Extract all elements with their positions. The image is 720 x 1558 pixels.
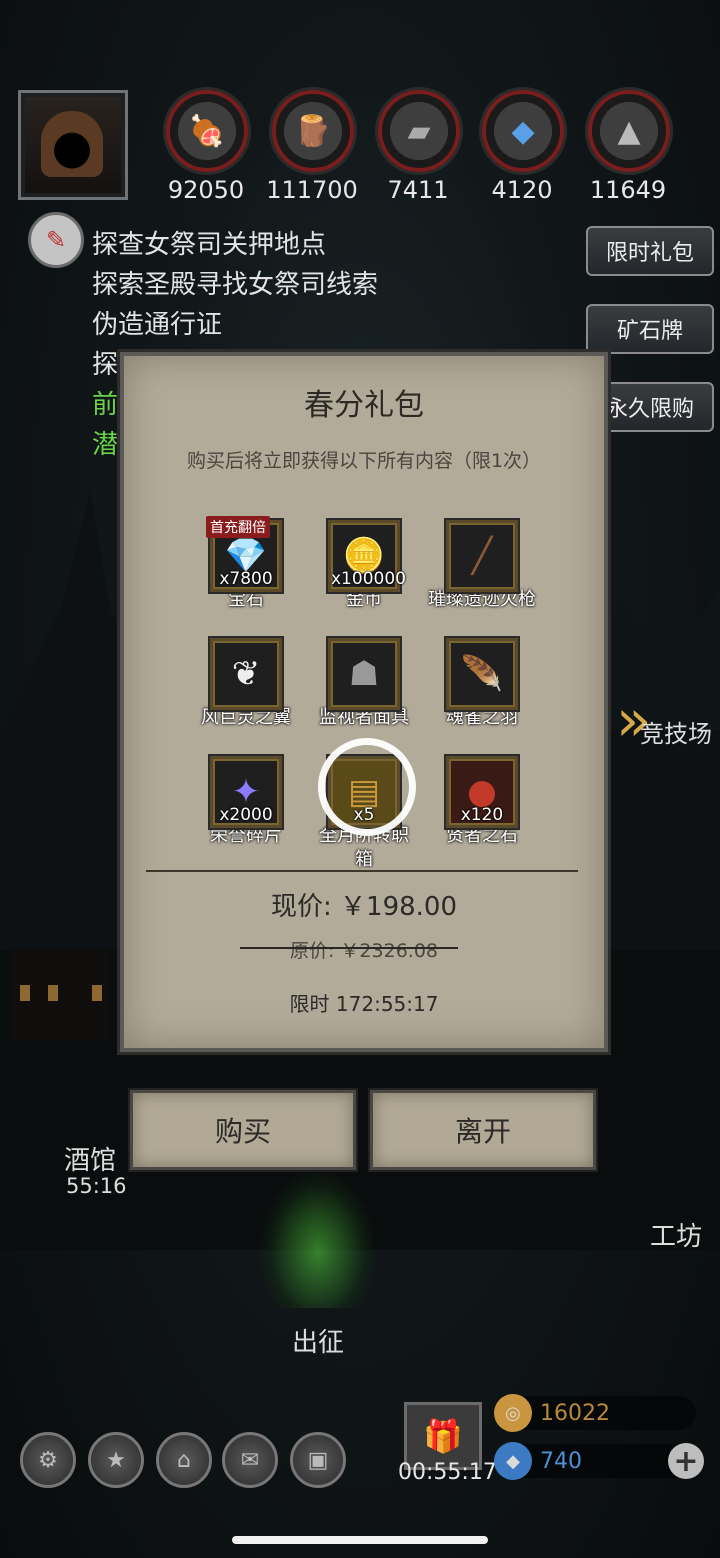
divider xyxy=(146,870,578,872)
gold-counter: ◎ 16022 xyxy=(494,1394,696,1432)
resource-ore-value: 11649 xyxy=(589,176,667,204)
gold-value: 16022 xyxy=(540,1400,610,1426)
gem-icon: ◆ xyxy=(494,1442,532,1480)
hooded-figure-icon xyxy=(41,111,103,177)
resource-crystal-value: 4120 xyxy=(491,176,553,204)
reward-item[interactable]: 🪙 x100000 金币 xyxy=(304,520,424,612)
honor-shard-icon: ✦ x2000 xyxy=(210,756,282,828)
leave-button[interactable]: 离开 xyxy=(370,1090,596,1170)
quest-item[interactable]: 探查女祭司关押地点 xyxy=(92,224,326,261)
sage-stone-icon: ● x120 xyxy=(446,756,518,828)
strikethrough-line xyxy=(240,947,458,949)
quest-item[interactable]: 伪造通行证 xyxy=(92,304,222,341)
iron-icon: ▰ xyxy=(378,90,460,172)
tavern-timer: 55:16 xyxy=(66,1174,127,1198)
ore-icon: ▲ xyxy=(588,90,670,172)
wood-icon: 🪵 xyxy=(272,90,354,172)
current-price: 现价: ￥198.00 xyxy=(271,892,457,922)
first-charge-badge: 首充翻倍 xyxy=(206,516,270,538)
reward-item[interactable]: ❦ 风巨灵之翼 xyxy=(186,638,306,730)
reward-qty: x100000 xyxy=(331,569,406,589)
settings-gear-icon[interactable]: ⚙ xyxy=(20,1432,76,1488)
player-portrait[interactable] xyxy=(18,90,128,200)
gold-coin-icon: ◎ xyxy=(494,1394,532,1432)
wing-icon: ❦ xyxy=(210,638,282,710)
meat-icon: 🍖 xyxy=(166,90,248,172)
workshop-label[interactable]: 工坊 xyxy=(650,1216,702,1253)
limited-gift-button[interactable]: 限时礼包 xyxy=(586,226,714,276)
reward-qty: x2000 xyxy=(219,805,273,825)
mail-icon[interactable]: ✉ xyxy=(222,1432,278,1488)
reward-qty: x7800 xyxy=(219,569,273,589)
resource-iron[interactable]: ▰ 7411 xyxy=(378,90,460,204)
gift-timer: 00:55:17 xyxy=(398,1460,497,1485)
resource-iron-value: 7411 xyxy=(387,176,449,204)
crystal-icon: ◆ xyxy=(482,90,564,172)
quest-item[interactable]: 前 xyxy=(92,384,118,421)
reward-item[interactable]: ☗ 监视者面具 xyxy=(304,638,424,730)
modal-title: 春分礼包 xyxy=(304,388,424,423)
reward-item[interactable]: 🪶 魂雀之羽 xyxy=(422,638,542,730)
quest-item[interactable]: 潜 xyxy=(92,424,118,461)
time-limit: 限时 172:55:17 xyxy=(289,992,439,1016)
expedition-label[interactable]: 出征 xyxy=(292,1322,344,1359)
musket-icon: ╱ xyxy=(446,520,518,592)
resource-wood-value: 111700 xyxy=(266,176,358,204)
resource-meat[interactable]: 🍖 92050 xyxy=(166,90,248,204)
gem-counter: ◆ 740 xyxy=(494,1442,696,1480)
ore-token-button[interactable]: 矿石牌 xyxy=(586,304,714,354)
resource-meat-value: 92050 xyxy=(167,176,245,204)
modal-description: 购买后将立即获得以下所有内容（限1次） xyxy=(186,450,542,472)
reward-item[interactable]: ╱ 璀璨遗迹火枪 xyxy=(422,520,542,612)
resource-ore[interactable]: ▲ 11649 xyxy=(588,90,670,204)
feather-icon: 🪶 xyxy=(446,638,518,710)
mask-icon: ☗ xyxy=(328,638,400,710)
home-indicator[interactable] xyxy=(232,1536,488,1544)
original-price: 原价: ￥2326.08 xyxy=(289,940,438,962)
reward-qty: x120 xyxy=(460,805,504,825)
tutorial-highlight-ring xyxy=(318,738,416,836)
reward-item[interactable]: ● x120 贤者之石 xyxy=(422,756,542,848)
resource-crystal[interactable]: ◆ 4120 xyxy=(482,90,564,204)
guild-icon[interactable]: ⌂ xyxy=(156,1432,212,1488)
quest-item[interactable]: 探 xyxy=(92,344,118,381)
expedition-crystal-icon[interactable] xyxy=(258,1168,378,1308)
buy-button[interactable]: 购买 xyxy=(130,1090,356,1170)
gold-coins-icon: 🪙 x100000 xyxy=(328,520,406,592)
gift-pack-modal: 春分礼包 购买后将立即获得以下所有内容（限1次） 💎 x7800 宝石 首充翻倍… xyxy=(120,352,608,1052)
bag-icon[interactable]: ▣ xyxy=(290,1432,346,1488)
arena-label[interactable]: 竞技场 xyxy=(640,714,712,749)
gem-value: 740 xyxy=(540,1448,582,1474)
quest-scroll-icon[interactable]: ✎ xyxy=(28,212,84,268)
reward-item[interactable]: ✦ x2000 荣誉碎片 xyxy=(186,756,306,848)
resource-wood[interactable]: 🪵 111700 xyxy=(266,90,358,204)
quest-item[interactable]: 探索圣殿寻找女祭司线索 xyxy=(92,264,378,301)
star-icon[interactable]: ★ xyxy=(88,1432,144,1488)
add-currency-button[interactable]: + xyxy=(668,1443,704,1479)
tavern-label[interactable]: 酒馆 xyxy=(64,1140,116,1177)
